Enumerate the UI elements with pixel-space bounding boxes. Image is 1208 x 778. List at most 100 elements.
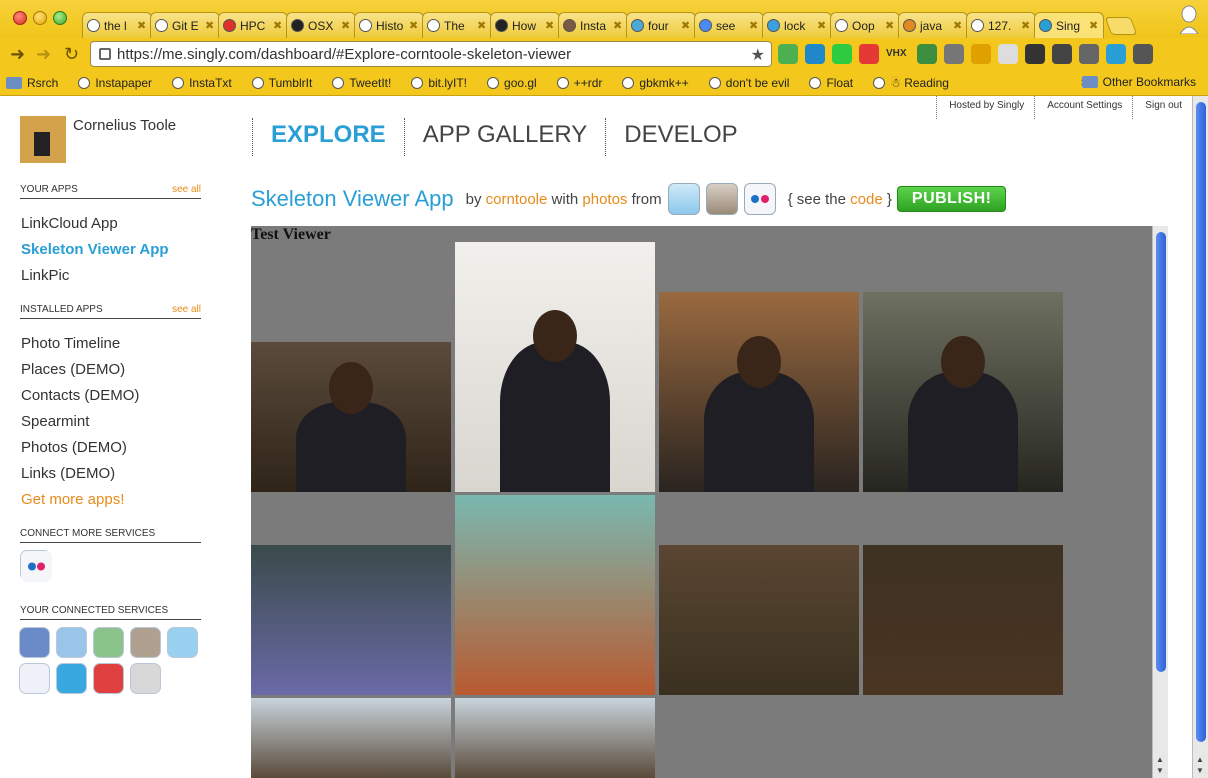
tab-close-icon[interactable]: ✖ (545, 19, 555, 32)
extension-icon[interactable] (1025, 44, 1045, 64)
author-link[interactable]: corntoole (486, 191, 548, 208)
browser-tab[interactable]: the l ✖ (82, 12, 152, 38)
photo-forest-1[interactable] (251, 698, 451, 778)
sidebar-item-links-demo[interactable]: Links (DEMO) (21, 465, 115, 482)
browser-tab[interactable]: 127. ✖ (966, 12, 1036, 38)
tab-explore[interactable]: EXPLORE (252, 118, 404, 156)
tab-close-icon[interactable]: ✖ (137, 19, 147, 32)
browser-tab[interactable]: Histo ✖ (354, 12, 424, 38)
forward-arrow-icon[interactable]: ➜ (36, 44, 51, 65)
sidebar-item-linkpic[interactable]: LinkPic (21, 267, 69, 284)
sidebar-item-spearmint[interactable]: Spearmint (21, 413, 89, 430)
extension-icon[interactable] (1133, 44, 1153, 64)
flickr-icon[interactable] (20, 550, 52, 582)
viewer-scroll-thumb[interactable] (1156, 232, 1166, 672)
bookmark-star-icon[interactable]: ★ (751, 45, 765, 65)
browser-tab[interactable]: OSX ✖ (286, 12, 356, 38)
avatar[interactable] (20, 116, 66, 163)
bookmark-item[interactable]: Instapaper (78, 76, 152, 90)
photo-suit-arms-crossed[interactable] (659, 292, 859, 492)
tab-close-icon[interactable]: ✖ (885, 19, 895, 32)
tab-app-gallery[interactable]: APP GALLERY (403, 118, 606, 156)
close-window-button[interactable] (13, 11, 27, 25)
browser-tab[interactable]: Insta ✖ (558, 12, 628, 38)
bookmark-item[interactable]: TumblrIt (251, 76, 312, 90)
foursquare-icon[interactable] (56, 627, 87, 658)
twitter-icon[interactable] (167, 627, 198, 658)
reload-icon[interactable]: ↻ (64, 44, 79, 65)
facebook-icon[interactable] (19, 627, 50, 658)
tab-close-icon[interactable]: ✖ (817, 19, 827, 32)
hosted-by-singly-link[interactable]: Hosted by Singly (936, 96, 1034, 119)
instagram-icon[interactable] (130, 627, 161, 658)
installed-apps-see-all-link[interactable]: see all (172, 304, 201, 315)
extension-icon[interactable] (971, 44, 991, 64)
your-apps-see-all-link[interactable]: see all (172, 184, 201, 195)
other-bookmarks-folder[interactable]: Other Bookmarks (1081, 75, 1196, 89)
sign-out-link[interactable]: Sign out (1132, 96, 1192, 119)
page-scroll-up-arrow-icon[interactable]: ▲ (1196, 755, 1204, 764)
bookmark-item[interactable]: ++rdr (556, 76, 602, 90)
browser-tab[interactable]: Oop ✖ (830, 12, 900, 38)
tab-close-icon[interactable]: ✖ (341, 19, 351, 32)
scroll-up-arrow-icon[interactable]: ▲ (1156, 755, 1164, 764)
browser-tab[interactable]: Git E ✖ (150, 12, 220, 38)
photo-suit-white-backdrop[interactable] (455, 242, 655, 492)
photo-wood-pile-1[interactable] (659, 545, 859, 695)
bookmark-item[interactable]: Float (809, 76, 853, 90)
back-arrow-icon[interactable]: ➜ (10, 44, 25, 65)
tumblr-icon[interactable] (56, 663, 87, 694)
tab-close-icon[interactable]: ✖ (681, 19, 691, 32)
scroll-down-arrow-icon[interactable]: ▼ (1156, 766, 1164, 775)
tab-close-icon[interactable]: ✖ (1089, 19, 1099, 32)
extension-icon[interactable] (998, 44, 1018, 64)
minimize-window-button[interactable] (33, 11, 47, 25)
viewer-scrollbar[interactable]: ▲ ▼ (1152, 226, 1168, 778)
tab-close-icon[interactable]: ✖ (205, 19, 215, 32)
tab-close-icon[interactable]: ✖ (1021, 19, 1031, 32)
bookmark-item[interactable]: InstaTxt (172, 76, 232, 90)
photo-wood-pile-2[interactable] (863, 545, 1063, 695)
extension-icon[interactable] (1079, 44, 1099, 64)
gowalla-icon[interactable] (130, 663, 161, 694)
tab-close-icon[interactable]: ✖ (477, 19, 487, 32)
sidebar-item-places-demo[interactable]: Places (DEMO) (21, 361, 125, 378)
publish-button[interactable]: PUBLISH! (896, 186, 1007, 212)
extension-icon[interactable] (917, 44, 937, 64)
tab-close-icon[interactable]: ✖ (953, 19, 963, 32)
photos-link[interactable]: photos (582, 191, 627, 208)
profile-icon[interactable] (1178, 4, 1200, 34)
tab-close-icon[interactable]: ✖ (273, 19, 283, 32)
account-settings-link[interactable]: Account Settings (1034, 96, 1132, 119)
bookmark-item[interactable]: don't be evil (708, 76, 789, 90)
tab-close-icon[interactable]: ✖ (749, 19, 759, 32)
bookmark-item[interactable]: ☃ Reading (873, 76, 949, 90)
photo-suit-dark-backdrop[interactable] (863, 292, 1063, 492)
sidebar-item-contacts-demo[interactable]: Contacts (DEMO) (21, 387, 139, 404)
extension-icon[interactable] (1052, 44, 1072, 64)
extension-icon[interactable]: VHX (886, 44, 910, 64)
browser-tab[interactable]: lock ✖ (762, 12, 832, 38)
address-bar[interactable]: https://me.singly.com/dashboard/#Explore… (90, 41, 772, 67)
browser-tab[interactable]: four ✖ (626, 12, 696, 38)
lastfm-icon[interactable] (93, 663, 124, 694)
bookmark-item[interactable]: bit.lyIT! (411, 76, 467, 90)
photo-forest-2[interactable] (455, 698, 655, 778)
page-scroll-down-arrow-icon[interactable]: ▼ (1196, 766, 1204, 775)
extension-icon[interactable] (805, 44, 825, 64)
bookmark-item[interactable]: gbkmk++ (622, 76, 689, 90)
sidebar-item-photos-demo[interactable]: Photos (DEMO) (21, 439, 127, 456)
browser-tab[interactable]: Sing ✖ (1034, 12, 1104, 38)
page-scroll-thumb[interactable] (1196, 102, 1206, 742)
page-scrollbar[interactable]: ▲ ▼ (1192, 96, 1208, 778)
extension-icon[interactable] (1106, 44, 1126, 64)
photo-bedroom[interactable] (455, 495, 655, 695)
tab-develop[interactable]: DEVELOP (605, 118, 755, 156)
extension-icon[interactable] (832, 44, 852, 64)
code-link[interactable]: code (850, 191, 883, 208)
new-tab-button[interactable] (1104, 17, 1138, 35)
photo-girl-with-baby[interactable] (251, 545, 451, 695)
posterous-icon[interactable] (19, 663, 50, 694)
browser-tab[interactable]: see ✖ (694, 12, 764, 38)
browser-tab[interactable]: HPC ✖ (218, 12, 288, 38)
